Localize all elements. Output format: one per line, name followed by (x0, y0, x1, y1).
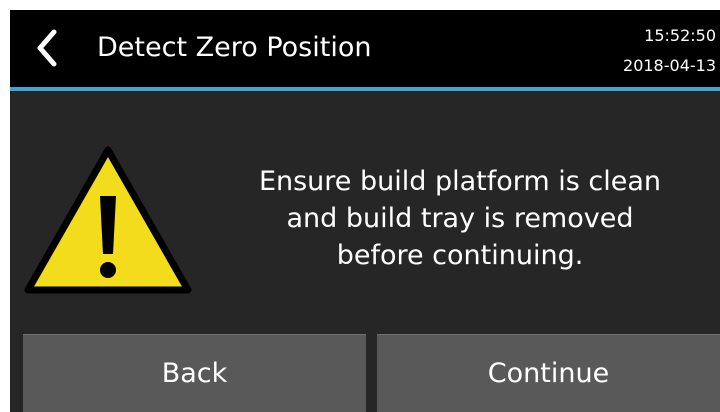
clock-date: 2018-04-13 (623, 56, 716, 75)
screen: Detect Zero Position 15:52:50 2018-04-13… (10, 10, 720, 412)
back-button[interactable]: Back (23, 334, 366, 412)
clock-time: 15:52:50 (644, 26, 716, 45)
clock: 15:52:50 2018-04-13 (623, 22, 716, 80)
warning-message: Ensure build platform is clean and build… (258, 166, 662, 271)
chevron-left-icon[interactable] (32, 28, 62, 68)
header-divider (10, 87, 720, 91)
continue-button[interactable]: Continue (377, 334, 720, 412)
header-bar: Detect Zero Position 15:52:50 2018-04-13 (10, 10, 720, 87)
page-title: Detect Zero Position (97, 32, 372, 63)
warning-triangle-icon (24, 146, 192, 294)
